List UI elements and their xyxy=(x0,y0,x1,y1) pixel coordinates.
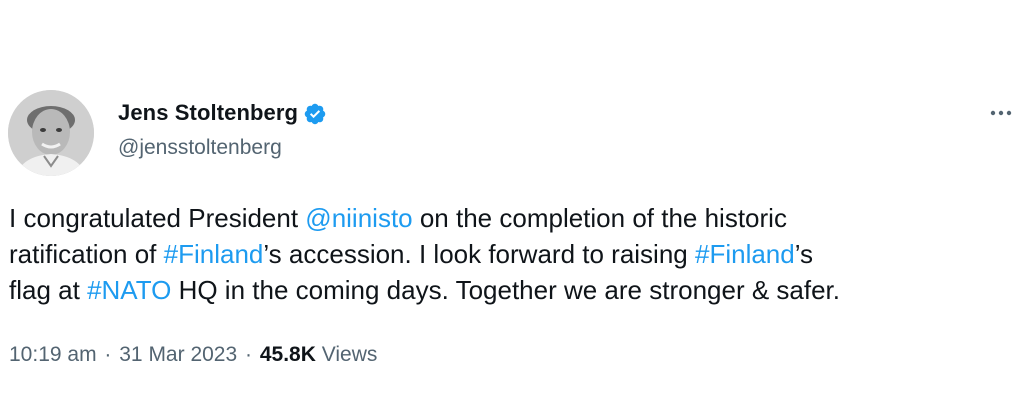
verified-badge-icon xyxy=(303,102,327,126)
views-count: 45.8K xyxy=(259,343,316,366)
tweet-text-segment: on the completion of the historic xyxy=(412,203,787,233)
name-row: Jens Stoltenberg xyxy=(118,98,327,128)
author-info: Jens Stoltenberg @jensstoltenberg xyxy=(118,98,327,160)
display-name[interactable]: Jens Stoltenberg xyxy=(118,100,298,126)
hashtag-link[interactable]: #NATO xyxy=(87,275,171,305)
tweet-text-segment: ’s xyxy=(794,239,814,269)
tweet-text-segment: flag at xyxy=(9,275,88,305)
hashtag-link[interactable]: #Finland xyxy=(695,239,795,269)
tweet-text-segment: ratification of xyxy=(9,239,164,269)
author-handle[interactable]: @jensstoltenberg xyxy=(118,136,327,160)
tweet-text-line: flag at #NATO HQ in the coming days. Tog… xyxy=(9,272,1014,308)
tweet-date[interactable]: 31 Mar 2023 xyxy=(119,343,237,366)
tweet: Jens Stoltenberg @jensstoltenberg I cong… xyxy=(0,0,1024,403)
mention-link[interactable]: @niinisto xyxy=(305,203,412,233)
avatar-image xyxy=(8,90,94,176)
avatar[interactable] xyxy=(8,90,94,176)
more-options-button[interactable] xyxy=(986,103,1016,123)
tweet-text-segment: ’s accession. I look forward to raising xyxy=(263,239,695,269)
hashtag-link[interactable]: #Finland xyxy=(164,239,264,269)
tweet-text-line: ratification of #Finland’s accession. I … xyxy=(9,236,1014,272)
meta-separator: · xyxy=(104,343,112,366)
tweet-text-segment: HQ in the coming days. Together we are s… xyxy=(171,275,840,305)
more-options-icon xyxy=(990,110,1012,116)
views-label: Views xyxy=(321,343,378,366)
meta-separator: · xyxy=(245,343,253,366)
tweet-text-line: I congratulated President @niinisto on t… xyxy=(9,200,1014,236)
tweet-time[interactable]: 10:19 am xyxy=(9,343,97,366)
tweet-meta: 10:19 am · 31 Mar 2023 · 45.8K Views xyxy=(9,343,377,367)
tweet-text: I congratulated President @niinisto on t… xyxy=(9,200,1014,308)
tweet-text-segment: I congratulated President xyxy=(9,203,306,233)
